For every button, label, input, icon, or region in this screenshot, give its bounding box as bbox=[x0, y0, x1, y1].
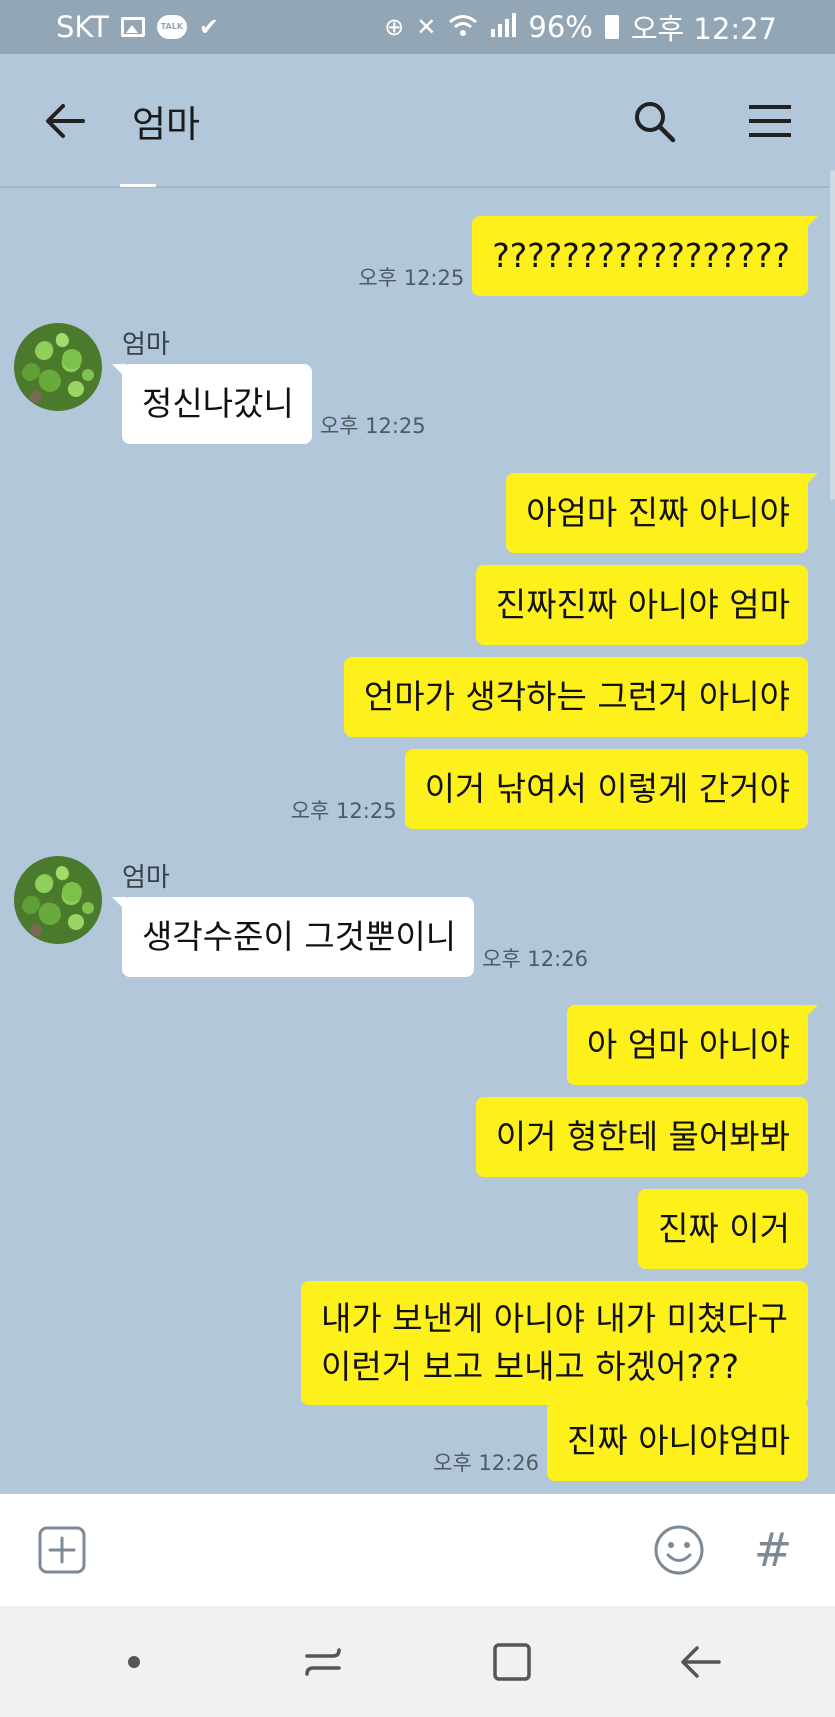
message-bubble[interactable]: 아 엄마 아니야 bbox=[566, 1005, 819, 1085]
gallery-notification-icon bbox=[120, 17, 145, 37]
search-icon bbox=[635, 102, 676, 143]
avatar[interactable] bbox=[14, 323, 102, 411]
system-nav-bar bbox=[0, 1606, 835, 1717]
home-button[interactable] bbox=[472, 1622, 552, 1702]
status-bar: SKT TALK ✔ ⊕ ✕ 96% 오후 12:27 bbox=[0, 0, 835, 54]
avatar-image bbox=[22, 866, 94, 936]
message-input-bar: # bbox=[0, 1494, 835, 1606]
message-bubble[interactable]: ????????????????? bbox=[472, 216, 818, 296]
message-bubble[interactable]: 진짜 아니야엄마 bbox=[546, 1401, 808, 1481]
message-time: 오후 12:26 bbox=[433, 1450, 539, 1475]
home-icon bbox=[493, 1642, 531, 1681]
message-time: 오후 12:25 bbox=[358, 265, 465, 290]
arrow-left-icon bbox=[46, 104, 85, 138]
system-back-button[interactable] bbox=[661, 1622, 741, 1702]
message-bubble[interactable]: 언마가 생각하는 그런거 아니야 bbox=[343, 657, 808, 737]
message-bubble[interactable]: 이거 낚여서 이렇게 간거야 bbox=[404, 749, 808, 829]
message-sent: 아엄마 진짜 아니야 bbox=[506, 473, 818, 553]
message-sent: 진짜 아니야엄마 오후 12:26 bbox=[425, 1401, 808, 1481]
message-sent: 진짜진짜 아니야 엄마 bbox=[475, 565, 808, 645]
message-sent: 언마가 생각하는 그런거 아니야 bbox=[343, 657, 808, 737]
message-sent: 내가 보낸게 아니야 내가 미쳤다구 이런거 보고 보내고 하겠어??? bbox=[301, 1281, 808, 1405]
carrier-label: SKT bbox=[56, 10, 109, 44]
back-button[interactable] bbox=[40, 96, 90, 146]
message-bubble[interactable]: 진짜 이거 bbox=[638, 1189, 808, 1269]
message-sent: ????????????????? 오후 12:25 bbox=[350, 216, 818, 296]
recent-apps-button[interactable] bbox=[283, 1622, 363, 1702]
message-sent: 아 엄마 아니야 bbox=[566, 1005, 819, 1085]
status-left: SKT TALK ✔ bbox=[56, 10, 219, 44]
avatar-image bbox=[22, 333, 94, 403]
sender-name: 엄마 bbox=[122, 330, 170, 360]
message-received: 생각수준이 그것뿐이니 오후 12:26 bbox=[111, 897, 596, 977]
smiley-icon bbox=[654, 1525, 704, 1575]
nav-dot-button[interactable] bbox=[94, 1622, 174, 1702]
message-bubble[interactable]: 내가 보낸게 아니야 내가 미쳤다구 이런거 보고 보내고 하겠어??? bbox=[301, 1281, 808, 1405]
dot-icon bbox=[128, 1655, 141, 1668]
plus-square-icon bbox=[38, 1526, 86, 1574]
recent-apps-icon bbox=[305, 1647, 341, 1676]
hashtag-button[interactable]: # bbox=[743, 1520, 803, 1580]
hamburger-menu-icon bbox=[749, 105, 791, 137]
header-indicator bbox=[120, 184, 156, 187]
menu-button[interactable] bbox=[743, 94, 797, 148]
avatar[interactable] bbox=[14, 856, 102, 944]
talk-notification-icon: TALK bbox=[156, 15, 187, 39]
message-input[interactable] bbox=[112, 1520, 629, 1580]
message-time: 오후 12:26 bbox=[482, 946, 588, 971]
message-time: 오후 12:25 bbox=[319, 413, 426, 438]
hashtag-icon: # bbox=[753, 1523, 793, 1577]
nav-back-icon bbox=[680, 1645, 721, 1678]
sender-name: 엄마 bbox=[122, 863, 170, 893]
message-received: 정신나갔니 오후 12:25 bbox=[112, 364, 434, 444]
wifi-icon bbox=[448, 13, 478, 41]
chat-header: 엄마 bbox=[0, 54, 835, 188]
emoji-button[interactable] bbox=[649, 1520, 709, 1580]
scrollbar[interactable] bbox=[830, 170, 835, 500]
chat-title: 엄마 bbox=[132, 103, 201, 146]
battery-saver-icon: ⊕ bbox=[384, 13, 405, 41]
battery-icon bbox=[604, 15, 619, 39]
status-right: ⊕ ✕ 96% 오후 12:27 bbox=[384, 6, 777, 48]
message-bubble[interactable]: 생각수준이 그것뿐이니 bbox=[111, 897, 475, 977]
message-bubble[interactable]: 정신나갔니 bbox=[112, 364, 312, 444]
message-bubble[interactable]: 이거 형한테 물어봐봐 bbox=[475, 1097, 808, 1177]
clock: 오후 12:27 bbox=[630, 12, 777, 46]
check-notification-icon: ✔ bbox=[198, 13, 219, 41]
message-sent: 이거 형한테 물어봐봐 bbox=[475, 1097, 808, 1177]
message-bubble[interactable]: 진짜진짜 아니야 엄마 bbox=[475, 565, 808, 645]
message-time: 오후 12:25 bbox=[290, 798, 397, 823]
chat-screen: SKT TALK ✔ ⊕ ✕ 96% 오후 12:27 엄마 ?????????… bbox=[0, 0, 835, 1717]
message-sent: 진짜 이거 bbox=[638, 1189, 808, 1269]
search-button[interactable] bbox=[627, 94, 681, 148]
attach-button[interactable] bbox=[32, 1520, 92, 1580]
message-sent: 이거 낚여서 이렇게 간거야 오후 12:25 bbox=[283, 749, 808, 829]
message-bubble[interactable]: 아엄마 진짜 아니야 bbox=[506, 473, 818, 553]
battery-percent: 96% bbox=[528, 10, 593, 44]
mute-icon: ✕ bbox=[416, 13, 437, 41]
signal-icon bbox=[490, 13, 517, 41]
